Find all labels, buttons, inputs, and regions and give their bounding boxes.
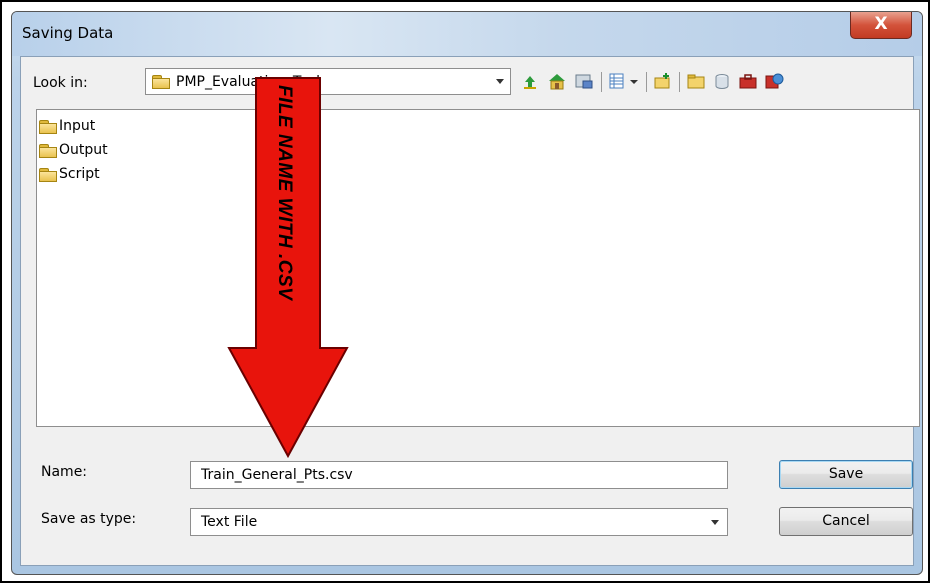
name-label: Name: xyxy=(41,464,88,480)
dialog-body: Look in: PMP_Evaluation_Tool Input Outpu… xyxy=(20,56,920,566)
folder-icon xyxy=(39,144,57,158)
save-as-type-value: Text File xyxy=(201,514,258,530)
chevron-down-icon xyxy=(711,520,719,525)
save-as-type-dropdown[interactable]: Text File xyxy=(190,508,728,536)
toolbox-icon[interactable] xyxy=(737,70,759,92)
look-in-dropdown[interactable]: PMP_Evaluation_Tool xyxy=(145,68,511,95)
look-in-label: Look in: xyxy=(33,75,88,91)
annotation-text: FILE NAME WITH .CSV xyxy=(274,85,295,301)
toolbar-separator xyxy=(646,72,647,92)
save-as-type-label: Save as type: xyxy=(41,511,137,527)
connect-folder-icon[interactable] xyxy=(573,70,595,92)
up-one-level-icon[interactable] xyxy=(519,70,541,92)
screenshot-frame: Saving Data X Look in: PMP_Evaluation_To… xyxy=(0,0,930,583)
chevron-down-icon[interactable] xyxy=(627,70,641,92)
folder-icon xyxy=(152,75,170,89)
saving-data-dialog: Saving Data X Look in: PMP_Evaluation_To… xyxy=(11,11,923,575)
close-button[interactable]: X xyxy=(850,12,912,39)
folder-icon[interactable] xyxy=(685,70,707,92)
chevron-down-icon xyxy=(496,79,504,84)
file-list[interactable]: Input Output Script xyxy=(36,109,920,427)
file-name: Input xyxy=(59,118,96,134)
save-button[interactable]: Save xyxy=(779,460,913,489)
file-name-input[interactable] xyxy=(190,461,728,489)
toolbar-separator xyxy=(679,72,680,92)
new-folder-icon[interactable] xyxy=(652,70,674,92)
title-bar[interactable]: Saving Data X xyxy=(12,12,922,56)
folder-icon xyxy=(39,168,57,182)
view-menu-icon[interactable] xyxy=(607,70,629,92)
dialog-title: Saving Data xyxy=(22,24,114,42)
home-icon[interactable] xyxy=(546,70,568,92)
toolbar-separator xyxy=(601,72,602,92)
look-in-value: PMP_Evaluation_Tool xyxy=(176,74,321,90)
globe-icon[interactable] xyxy=(763,70,785,92)
database-icon[interactable] xyxy=(711,70,733,92)
folder-icon xyxy=(39,120,57,134)
file-name: Script xyxy=(59,166,100,182)
cancel-button[interactable]: Cancel xyxy=(779,507,913,536)
file-name: Output xyxy=(59,142,108,158)
